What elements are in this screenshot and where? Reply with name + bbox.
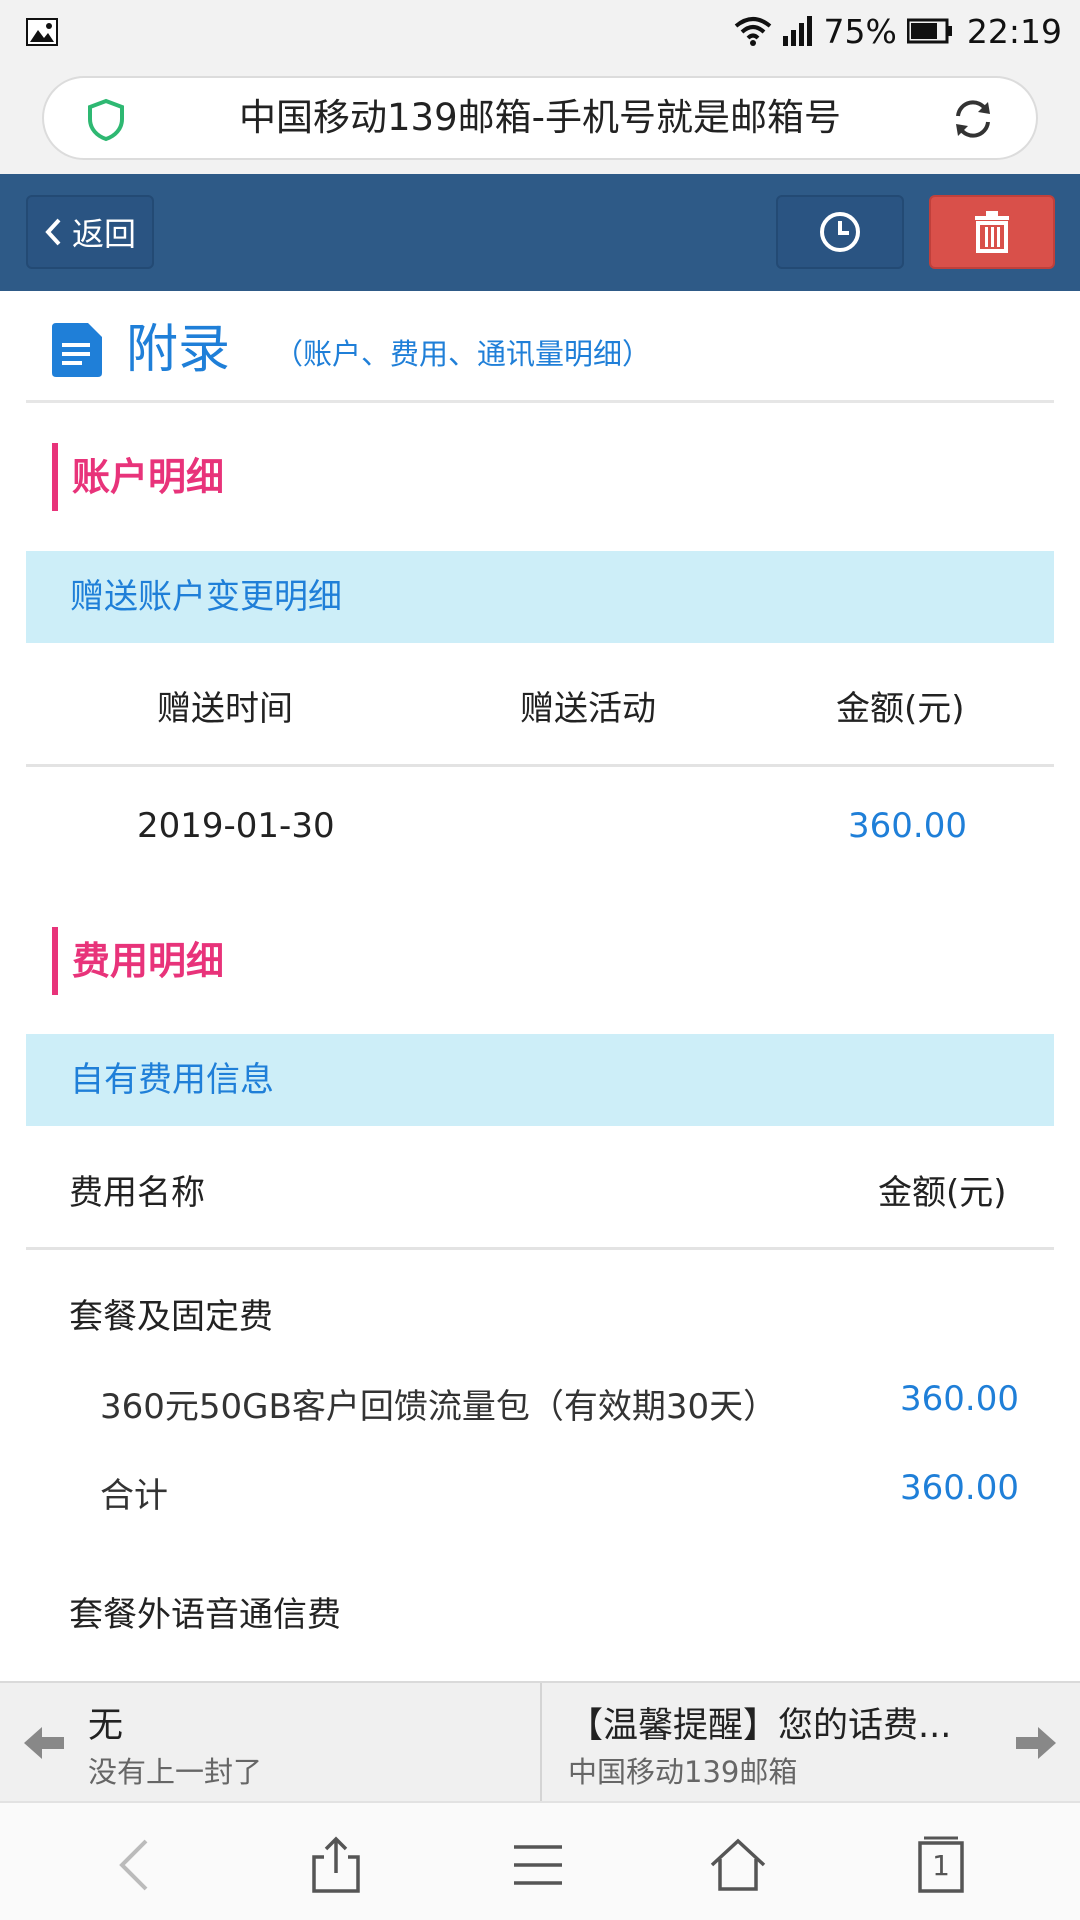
menu-icon[interactable] [508, 1835, 568, 1895]
next-mail-title: 【温馨提醒】您的话费... [568, 1706, 952, 1746]
back-icon[interactable] [106, 1835, 166, 1895]
fee-total-label: 合计 [100, 1476, 168, 1516]
fee-group-package: 套餐及固定费 [69, 1297, 273, 1337]
col-header-gift-time: 赠送时间 [157, 689, 293, 729]
appendix-title: 附录 [126, 320, 231, 380]
divider [26, 1247, 1054, 1250]
reload-icon[interactable] [950, 96, 996, 142]
address-bar-area: 中国移动139邮箱-手机号就是邮箱号 [0, 62, 1080, 174]
col-header-fee-amount: 金额(元) [878, 1173, 1007, 1213]
battery-percent: 75% [823, 11, 897, 51]
chevron-left-icon [45, 218, 61, 246]
history-button[interactable] [776, 195, 904, 269]
shield-icon [88, 98, 124, 142]
clock-icon [820, 212, 860, 252]
mail-navigation: 无 没有上一封了 【温馨提醒】您的话费... 中国移动139邮箱 [0, 1681, 1080, 1803]
fee-total-amount: 360.00 [900, 1468, 1019, 1508]
signal-icon [782, 16, 812, 46]
gift-row-date: 2019-01-30 [137, 806, 335, 846]
appendix-header: 附录 （账户、费用、通讯量明细） [26, 291, 1054, 403]
arrow-left-icon [24, 1727, 64, 1759]
delete-button[interactable] [929, 195, 1055, 269]
gift-row-amount: 360.00 [848, 806, 967, 846]
prev-mail-title: 无 [88, 1706, 124, 1746]
appendix-subtitle: （账户、费用、通讯量明细） [274, 337, 652, 371]
address-bar[interactable]: 中国移动139邮箱-手机号就是邮箱号 [42, 76, 1038, 160]
battery-icon [906, 18, 952, 44]
section-title-fees: 费用明细 [52, 927, 224, 995]
tab-count: 1 [932, 1849, 950, 1882]
col-header-gift-activity: 赠送活动 [520, 689, 656, 729]
clock-time: 22:19 [966, 11, 1062, 51]
status-bar: 75% 22:19 [0, 0, 1080, 62]
next-mail-button[interactable]: 【温馨提醒】您的话费... 中国移动139邮箱 [542, 1683, 1080, 1803]
fee-item-amount: 360.00 [900, 1379, 1019, 1419]
document-icon [52, 323, 102, 377]
fee-item-name: 360元50GB客户回馈流量包（有效期30天） [100, 1387, 778, 1427]
arrow-right-icon [1016, 1727, 1056, 1759]
browser-bottom-bar: 1 [0, 1801, 1080, 1920]
prev-mail-subtitle: 没有上一封了 [88, 1755, 263, 1789]
back-button[interactable]: 返回 [26, 195, 154, 269]
col-header-fee-name: 费用名称 [69, 1173, 205, 1213]
page-title: 中国移动139邮箱-手机号就是邮箱号 [239, 96, 841, 139]
image-icon [26, 18, 58, 46]
home-icon[interactable] [708, 1835, 768, 1895]
wifi-icon [734, 17, 771, 46]
share-icon[interactable] [306, 1835, 366, 1895]
next-mail-subtitle: 中国移动139邮箱 [568, 1755, 798, 1789]
back-button-label: 返回 [71, 215, 136, 253]
section-title-account: 账户明细 [52, 443, 224, 511]
tabs-button[interactable]: 1 [910, 1835, 970, 1895]
trash-icon [975, 211, 1009, 253]
mail-toolbar: 返回 [0, 174, 1080, 291]
col-header-gift-amount: 金额(元) [836, 689, 965, 729]
divider [26, 764, 1054, 767]
mail-content: 附录 （账户、费用、通讯量明细） 账户明细 赠送账户变更明细 赠送时间 赠送活动… [0, 291, 1080, 1681]
band-own-fees: 自有费用信息 [26, 1034, 1054, 1126]
band-gift-account: 赠送账户变更明细 [26, 551, 1054, 643]
prev-mail-button[interactable]: 无 没有上一封了 [0, 1683, 540, 1803]
fee-group-voice: 套餐外语音通信费 [69, 1595, 341, 1635]
